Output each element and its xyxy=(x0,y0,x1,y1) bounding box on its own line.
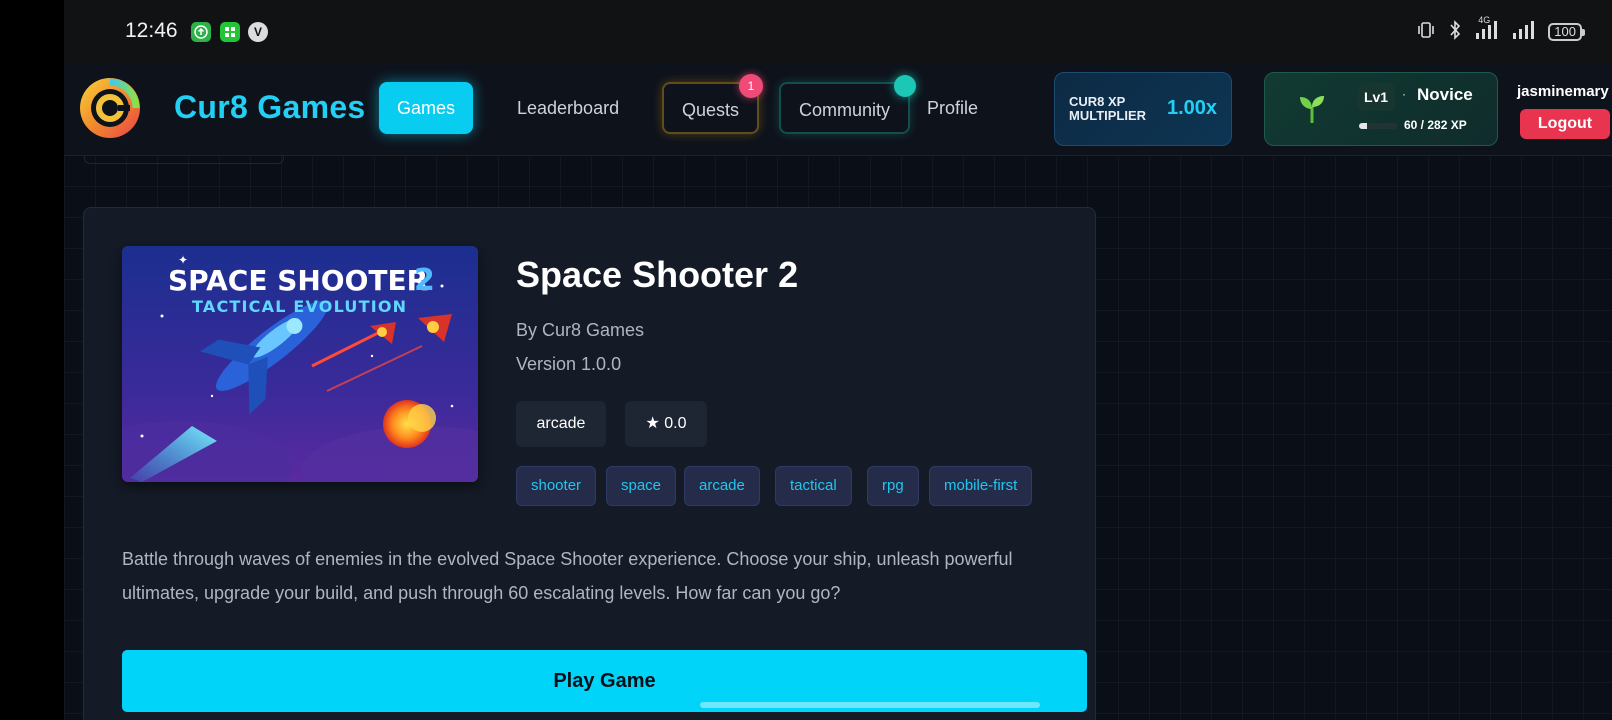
quests-badge: 1 xyxy=(739,74,763,98)
genre-pill: arcade xyxy=(516,401,606,447)
app-screen: 12:46 V 4G 100 Cur8 Games Games Leaderbo… xyxy=(64,0,1612,720)
cover-title: SPACE SHOOTER xyxy=(168,264,428,297)
nav-community[interactable]: Community xyxy=(779,82,911,134)
network-type: 4G xyxy=(1478,14,1491,25)
level-title: Novice xyxy=(1417,85,1473,104)
tag-shooter[interactable]: shooter xyxy=(516,466,597,506)
nav-leaderboard[interactable]: Leaderboard xyxy=(499,82,637,134)
cover-title-number: 2 xyxy=(414,263,435,298)
status-indicators: 4G 100 xyxy=(1416,15,1585,46)
cover-subtitle: TACTICAL EVOLUTION xyxy=(192,297,407,316)
bluetooth-icon xyxy=(1448,19,1462,45)
upload-app-icon xyxy=(191,22,211,42)
nav-profile[interactable]: Profile xyxy=(909,82,996,134)
tag-mobile-first[interactable]: mobile-first xyxy=(929,466,1033,506)
xp-progress-fill xyxy=(1359,123,1368,129)
header-tab-edge xyxy=(84,156,284,164)
home-indicator[interactable] xyxy=(700,702,1040,708)
cur8-logo[interactable] xyxy=(78,76,142,140)
level-separator: · xyxy=(1402,87,1406,101)
game-description: Battle through waves of enemies in the e… xyxy=(122,549,1013,603)
xp-multiplier-card: CUR8 XP MULTIPLIER 1.00x xyxy=(1054,72,1232,146)
xp-progress-text: 60 / 282 XP xyxy=(1404,118,1467,132)
xp-progress-bar xyxy=(1359,123,1397,129)
sprout-icon xyxy=(1295,91,1329,133)
grid-app-icon xyxy=(220,22,240,42)
game-detail-card: ✦ SPACE SHOOTER 2 TACTICAL EVOLUTION Spa… xyxy=(83,207,1096,720)
game-cover-image: ✦ SPACE SHOOTER 2 TACTICAL EVOLUTION xyxy=(122,246,478,482)
status-bar: 12:46 V 4G 100 xyxy=(64,0,1612,64)
nav-games[interactable]: Games xyxy=(379,82,474,134)
signal-4g-icon: 4G xyxy=(1474,15,1500,44)
v-app-icon: V xyxy=(248,22,268,42)
game-version: Version 1.0.0 xyxy=(516,354,622,374)
vibrate-icon xyxy=(1416,20,1436,45)
game-author: By Cur8 Games xyxy=(516,320,645,340)
brand-name[interactable]: Cur8 Games xyxy=(174,89,366,126)
tag-space[interactable]: space xyxy=(606,466,677,506)
xp-multiplier-label: CUR8 XP MULTIPLIER xyxy=(1069,94,1147,123)
tag-tactical[interactable]: tactical xyxy=(775,466,852,506)
battery-icon: 100 xyxy=(1548,23,1585,41)
app-header: Cur8 Games Games Leaderboard Quests 1 Co… xyxy=(64,64,1612,156)
level-card[interactable]: Lv1 · Novice 60 / 282 XP xyxy=(1264,72,1498,146)
xp-multiplier-value: 1.00x xyxy=(1167,97,1218,119)
logout-button[interactable]: Logout xyxy=(1520,109,1610,139)
rating-pill: ★ 0.0 xyxy=(625,401,707,447)
game-title: Space Shooter 2 xyxy=(516,254,799,295)
status-time: 12:46 xyxy=(125,19,178,42)
signal-icon xyxy=(1512,20,1536,44)
tag-arcade[interactable]: arcade xyxy=(684,466,760,506)
screen-bezel xyxy=(0,0,64,720)
tag-rpg[interactable]: rpg xyxy=(867,466,919,506)
username: jasminemary xyxy=(1517,83,1609,100)
level-badge: Lv1 xyxy=(1357,83,1395,111)
